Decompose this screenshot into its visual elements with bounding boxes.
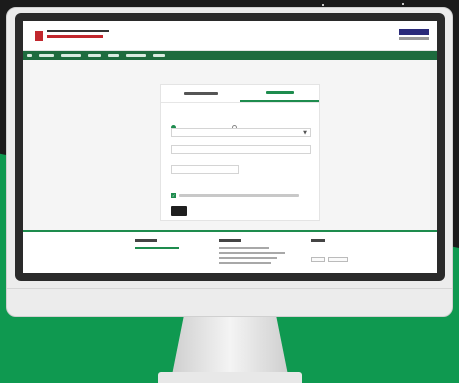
text-field[interactable] [171,145,311,154]
footer-text [219,257,277,259]
footer-link[interactable] [135,247,179,249]
consent-text [179,194,299,197]
nav-item[interactable] [39,54,54,57]
monitor-chin [7,288,452,289]
sparkle [402,3,404,5]
nav-item[interactable] [61,54,81,57]
main-nav [23,51,437,60]
share-button[interactable] [311,257,325,262]
footer-heading [219,239,241,242]
submit-button[interactable] [171,206,187,216]
footer-column [311,239,351,266]
sparkle [322,4,324,6]
footer-column [219,239,285,267]
footer-text [219,262,271,264]
footer-heading [311,239,325,242]
monitor-stand [172,317,288,375]
monitor-stand-base [158,372,302,383]
nav-item[interactable] [126,54,146,57]
footer-text [219,247,269,249]
main-content: ▼ ✓ [23,60,437,230]
footer-text [219,252,285,254]
site-header [23,21,437,51]
monitor-screen: ▼ ✓ [23,21,437,273]
brand-title [47,30,109,41]
nav-item[interactable] [88,54,101,57]
footer-heading [135,239,157,242]
form-tabs [161,85,319,103]
consent-checkbox[interactable]: ✓ [171,193,176,198]
brand-logo[interactable] [35,31,43,41]
select-field[interactable]: ▼ [171,128,311,137]
monitor-bezel: ▼ ✓ [15,13,445,281]
monitor: ▼ ✓ [6,7,453,317]
partner-logo [399,29,429,43]
share-button[interactable] [328,257,348,262]
nav-item[interactable] [27,54,32,57]
site-footer [23,232,437,273]
tab-0[interactable] [161,85,240,102]
tab-1[interactable] [240,85,319,102]
registration-card: ▼ ✓ [160,84,320,221]
footer-column [135,239,179,252]
text-field-short[interactable] [171,165,239,174]
consent-row: ✓ [171,193,299,198]
nav-item[interactable] [108,54,119,57]
nav-item[interactable] [153,54,165,57]
chevron-down-icon: ▼ [303,130,307,136]
